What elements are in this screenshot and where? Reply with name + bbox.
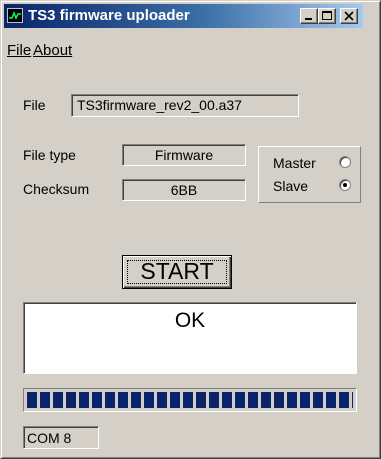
title-bar[interactable]: TS3 firmware uploader: [4, 4, 363, 28]
checksum-label: Checksum: [23, 181, 90, 197]
file-path-field[interactable]: TS3firmware_rev2_00.a37: [71, 94, 299, 117]
minimize-button[interactable]: [300, 8, 318, 24]
radio-selected-dot: [343, 183, 347, 187]
progress-fill: [27, 392, 353, 408]
port-status: COM 8: [23, 426, 99, 449]
slave-label: Slave: [273, 178, 309, 194]
master-radio[interactable]: [339, 156, 351, 168]
maximize-button[interactable]: [318, 8, 336, 24]
close-button[interactable]: [340, 8, 358, 24]
close-icon: [344, 11, 354, 21]
start-button[interactable]: START: [122, 255, 232, 289]
mode-group: Master Slave: [258, 146, 361, 203]
file-type-label: File type: [23, 147, 76, 163]
file-label: File: [23, 97, 46, 113]
file-type-value: Firmware: [122, 144, 246, 166]
menu-about-label: About: [33, 42, 73, 59]
maximize-icon: [322, 11, 332, 20]
menu-file[interactable]: File: [7, 42, 31, 59]
output-box: OK: [23, 302, 357, 374]
progress-bar: [23, 388, 357, 412]
slave-radio[interactable]: [339, 179, 351, 191]
checksum-value: 6BB: [122, 179, 246, 201]
minimize-icon: [305, 18, 312, 20]
app-window: TS3 firmware uploader File About File TS…: [0, 0, 381, 459]
waveform-icon: [7, 8, 23, 23]
menu-about[interactable]: About: [33, 42, 72, 59]
master-label: Master: [273, 155, 316, 171]
menu-file-label: File: [7, 42, 32, 59]
focus-rect: [127, 260, 227, 284]
window-title: TS3 firmware uploader: [28, 7, 190, 24]
